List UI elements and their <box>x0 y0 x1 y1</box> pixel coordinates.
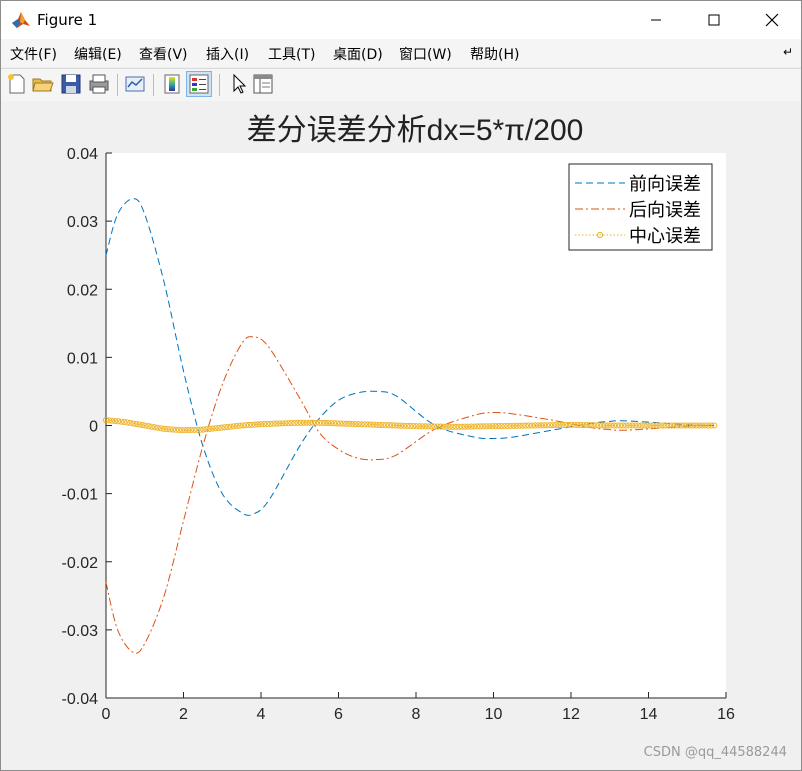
figure-window: Figure 1 文件(F) 编辑(E) 查看(V) 插入(I) 工具(T) 桌… <box>0 0 802 771</box>
menu-file[interactable]: 文件(F) <box>10 44 57 64</box>
x-tick-label: 2 <box>179 706 188 723</box>
legend-label-backward: 后向误差 <box>629 200 701 220</box>
x-tick-label: 0 <box>102 706 111 723</box>
close-icon <box>765 13 779 27</box>
y-tick-label: 0.04 <box>67 146 98 163</box>
chart-title: 差分误差分析dx=5*π/200 <box>247 114 584 147</box>
y-tick-label: -0.03 <box>62 623 99 640</box>
menu-help[interactable]: 帮助(H) <box>470 44 519 64</box>
save-icon[interactable] <box>59 72 83 96</box>
menu-insert[interactable]: 插入(I) <box>206 44 249 64</box>
menu-view[interactable]: 查看(V) <box>139 44 188 64</box>
minimize-icon <box>651 19 661 21</box>
toolbar-separator <box>117 74 118 96</box>
menu-edit[interactable]: 编辑(E) <box>74 44 122 64</box>
dock-arrow-icon[interactable]: ↵ <box>783 45 793 59</box>
x-tick-label: 4 <box>257 706 266 723</box>
y-tick-label: -0.02 <box>62 555 99 572</box>
property-inspector-icon[interactable] <box>251 72 275 96</box>
y-tick-label: 0.01 <box>67 350 98 367</box>
x-tick-label: 12 <box>562 706 580 723</box>
menu-window[interactable]: 窗口(W) <box>399 44 452 64</box>
open-file-icon[interactable] <box>31 72 55 96</box>
y-tick-label: 0.02 <box>67 282 98 299</box>
x-tick-label: 6 <box>334 706 343 723</box>
toolbar-separator <box>219 74 220 96</box>
menu-desktop[interactable]: 桌面(D) <box>333 44 383 64</box>
window-title: Figure 1 <box>37 11 98 29</box>
x-tick-label: 8 <box>412 706 421 723</box>
close-button[interactable] <box>743 1 801 39</box>
toolbar <box>1 68 801 102</box>
figure-canvas: 差分误差分析dx=5*π/200 0 2 4 6 8 10 12 14 16 0.04 0.03 0… <box>1 101 801 770</box>
maximize-icon <box>708 14 720 26</box>
matlab-icon <box>11 10 31 30</box>
legend-label-center: 中心误差 <box>629 226 701 246</box>
print-icon[interactable] <box>87 72 111 96</box>
toolbar-separator <box>153 74 154 96</box>
minimize-button[interactable] <box>627 1 685 39</box>
x-tick-label: 10 <box>485 706 503 723</box>
title-bar[interactable]: Figure 1 <box>1 1 801 39</box>
colorbar-icon[interactable] <box>160 72 184 96</box>
legend-label-forward: 前向误差 <box>629 174 701 194</box>
maximize-button[interactable] <box>685 1 743 39</box>
legend-icon[interactable] <box>186 71 212 97</box>
x-tick-label: 16 <box>717 706 735 723</box>
x-tick-label: 14 <box>640 706 658 723</box>
new-figure-icon[interactable] <box>5 72 29 96</box>
link-plot-icon[interactable] <box>123 72 147 96</box>
y-tick-label: -0.01 <box>62 487 99 504</box>
y-tick-label: 0 <box>89 419 98 436</box>
menu-tools[interactable]: 工具(T) <box>268 44 315 64</box>
y-tick-label: 0.03 <box>67 214 98 231</box>
menu-bar: 文件(F) 编辑(E) 查看(V) 插入(I) 工具(T) 桌面(D) 窗口(W… <box>1 39 801 67</box>
watermark: CSDN @qq_44588244 <box>643 745 787 760</box>
plot-svg[interactable]: 差分误差分析dx=5*π/200 0 2 4 6 8 10 12 14 16 0.040.030… <box>1 101 801 770</box>
y-tick-label: -0.04 <box>62 691 99 708</box>
pointer-icon[interactable] <box>226 72 250 96</box>
y-axis: 0.04 0.03 0.02 0.01 0 -0.01 -0.02 -0.03 -0.04 <box>62 146 112 708</box>
legend[interactable]: 前向误差 后向误差 中心误差 <box>568 163 713 251</box>
